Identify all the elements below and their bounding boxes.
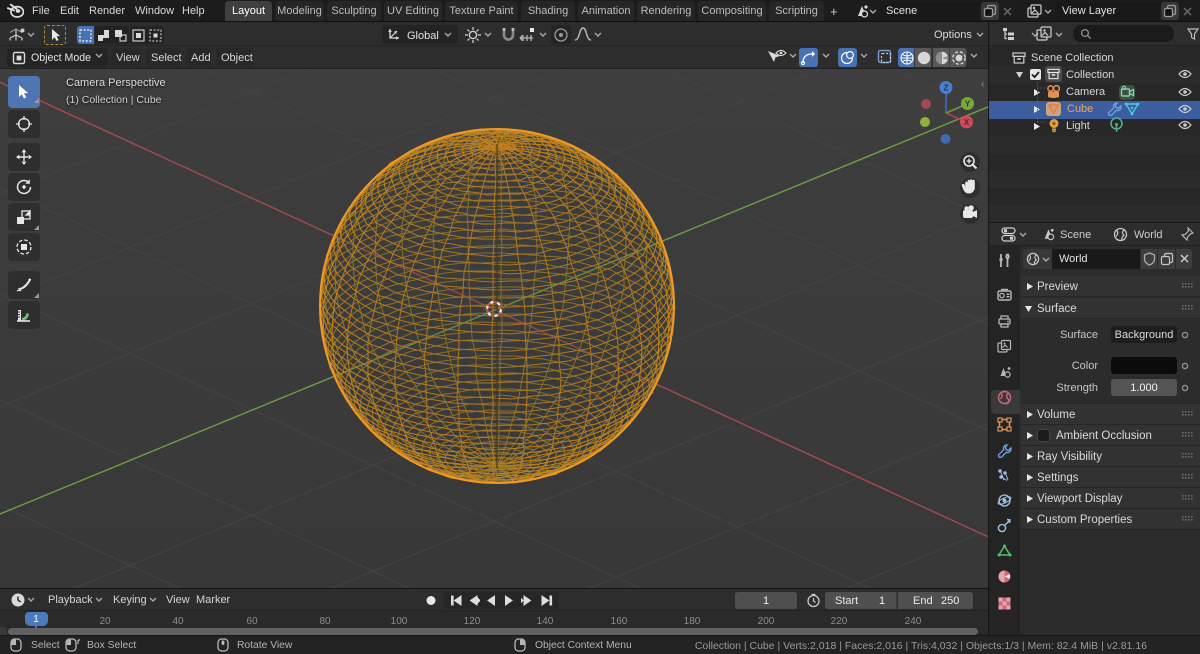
- svg-text:Y: Y: [965, 100, 971, 109]
- svg-text:Z: Z: [944, 84, 949, 93]
- svg-text:X: X: [964, 118, 970, 127]
